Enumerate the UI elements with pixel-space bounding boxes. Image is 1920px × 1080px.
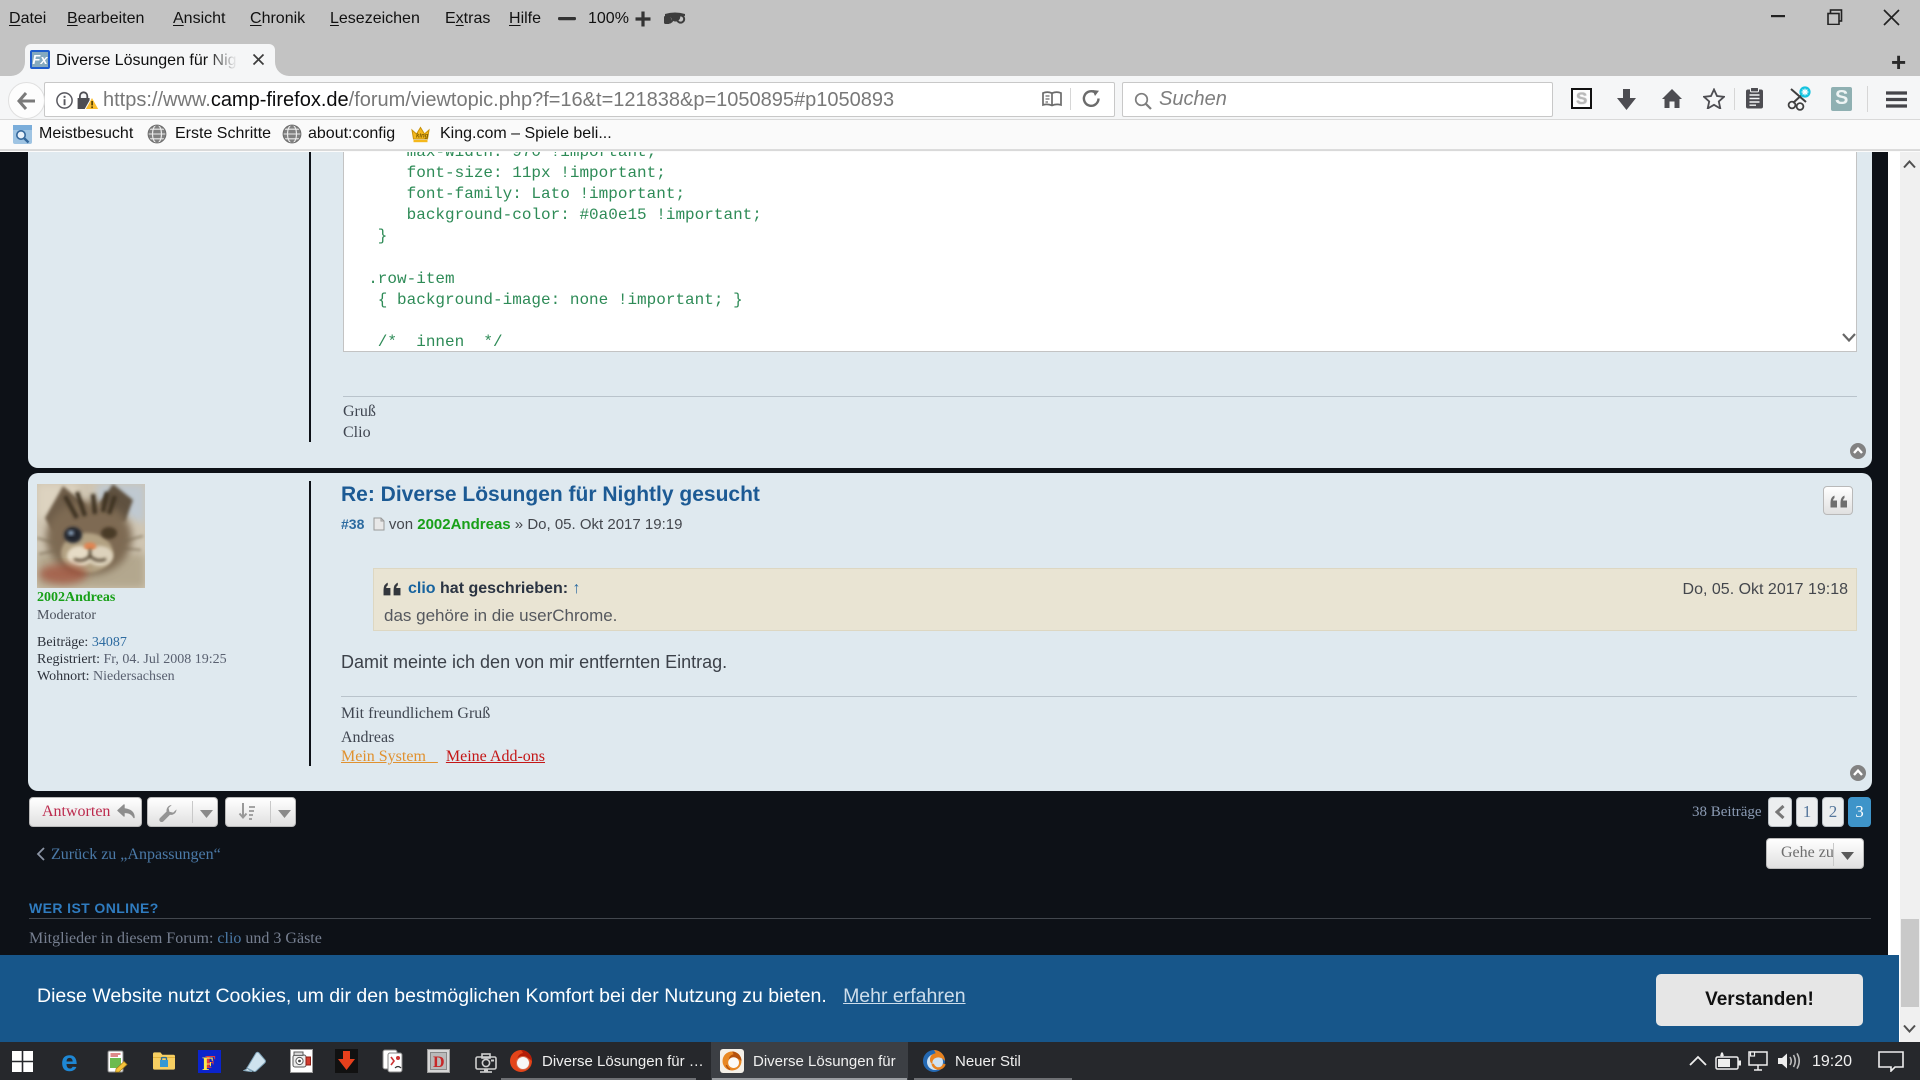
svg-text:e: e: [61, 1047, 78, 1075]
svg-text:D: D: [433, 1054, 445, 1071]
svg-text:F: F: [202, 1054, 214, 1073]
svg-text:king: king: [416, 134, 429, 140]
